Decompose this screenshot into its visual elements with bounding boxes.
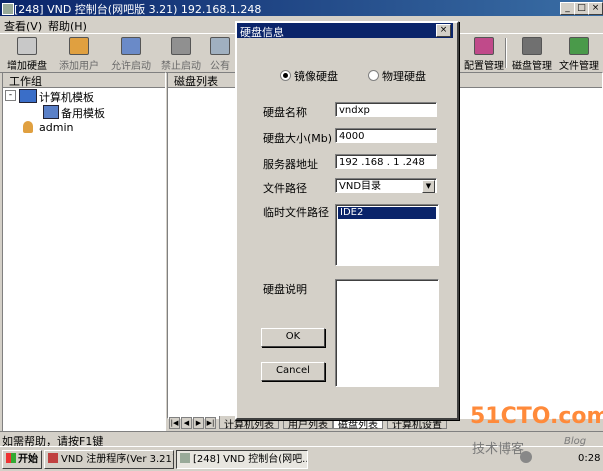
tab-last-button[interactable]: ▶| [205, 417, 216, 429]
add-user-button[interactable]: 添加用户 [54, 36, 104, 72]
config-manage-button[interactable]: 配置管理 [459, 36, 509, 72]
chevron-down-icon[interactable]: ▼ [422, 180, 435, 193]
temp-path-item-selected[interactable]: IDE2 [338, 207, 436, 219]
tree-item-computer-template[interactable]: 计算机模板 [39, 89, 94, 105]
radio-image-disk[interactable] [280, 70, 291, 81]
workgroup-panel: 工作组 - 计算机模板 备用模板 admin [2, 72, 166, 432]
dialog-title: 硬盘信息 [240, 26, 284, 39]
temp-path-label: 临时文件路径 [263, 206, 329, 219]
menu-help[interactable]: 帮助(H) [48, 18, 87, 34]
dialog-titlebar[interactable]: 硬盘信息 × [237, 23, 453, 39]
server-address-input[interactable]: 192 .168 . 1 .248 [335, 154, 437, 169]
clock: 0:28 [578, 453, 601, 464]
tree-item-backup-template[interactable]: 备用模板 [61, 105, 105, 121]
minimize-button[interactable]: _ [560, 2, 575, 15]
template-icon [43, 105, 59, 119]
disk-manage-button[interactable]: 磁盘管理 [507, 36, 557, 72]
disk-description-label: 硬盘说明 [263, 283, 307, 296]
temp-path-list[interactable]: IDE2 [335, 204, 439, 266]
window-titlebar[interactable]: [248] VND 控制台(网吧版 3.21) 192.168.1.248 _ … [0, 0, 603, 16]
forbid-boot-button[interactable]: 禁止启动 [156, 36, 206, 72]
menu-view[interactable]: 查看(V) [4, 18, 42, 34]
disk-name-label: 硬盘名称 [263, 106, 307, 119]
radio-physical-disk[interactable] [368, 70, 379, 81]
close-button[interactable]: × [588, 2, 603, 15]
computer-icon [19, 89, 37, 103]
radio-image-disk-label: 镜像硬盘 [294, 70, 338, 83]
user-icon [23, 121, 33, 133]
disk-name-input[interactable]: vndxp [335, 102, 437, 117]
file-manage-icon [569, 37, 589, 55]
file-path-select[interactable]: VND目录 ▼ [335, 178, 437, 193]
disk-info-dialog: 硬盘信息 × 镜像硬盘 物理硬盘 硬盘名称 vndxp 硬盘大小(Mb) 400… [235, 21, 459, 420]
task-vnd-console[interactable]: [248] VND 控制台(网吧... [176, 450, 308, 469]
app-icon [48, 453, 58, 463]
computer-off-icon [171, 37, 191, 55]
tree-expander[interactable]: - [5, 90, 16, 101]
add-disk-button[interactable]: 增加硬盘 [2, 36, 52, 72]
task-vnd-register[interactable]: VND 注册程序(Ver 3.21) [44, 450, 174, 469]
start-button[interactable]: 开始 [2, 450, 42, 469]
disk-icon [17, 37, 37, 55]
tab-first-button[interactable]: |◀ [169, 417, 180, 429]
cancel-button[interactable]: Cancel [261, 362, 325, 381]
windows-logo-icon [6, 453, 16, 463]
app-icon [2, 3, 14, 15]
ok-button[interactable]: OK [261, 328, 325, 347]
radio-physical-disk-label: 物理硬盘 [382, 70, 426, 83]
workgroup-header: 工作组 [3, 73, 165, 88]
tab-next-button[interactable]: ▶ [193, 417, 204, 429]
disk-manage-icon [522, 37, 542, 55]
public-button[interactable]: 公有 [204, 36, 236, 72]
disk-description-textarea[interactable] [335, 279, 439, 387]
maximize-button[interactable]: □ [574, 2, 589, 15]
server-address-label: 服务器地址 [263, 158, 318, 171]
dialog-close-button[interactable]: × [436, 24, 451, 37]
allow-boot-button[interactable]: 允许启动 [106, 36, 156, 72]
tab-prev-button[interactable]: ◀ [181, 417, 192, 429]
app-icon [180, 453, 190, 463]
file-manage-button[interactable]: 文件管理 [555, 36, 603, 72]
share-icon [210, 37, 230, 55]
file-path-label: 文件路径 [263, 182, 307, 195]
window-title: [248] VND 控制台(网吧版 3.21) 192.168.1.248 [14, 3, 262, 16]
computer-icon [121, 37, 141, 55]
tree-item-admin[interactable]: admin [39, 121, 73, 134]
disk-size-label: 硬盘大小(Mb) [263, 132, 333, 145]
config-icon [474, 37, 494, 55]
user-icon [69, 37, 89, 55]
disk-size-input[interactable]: 4000 [335, 128, 437, 143]
